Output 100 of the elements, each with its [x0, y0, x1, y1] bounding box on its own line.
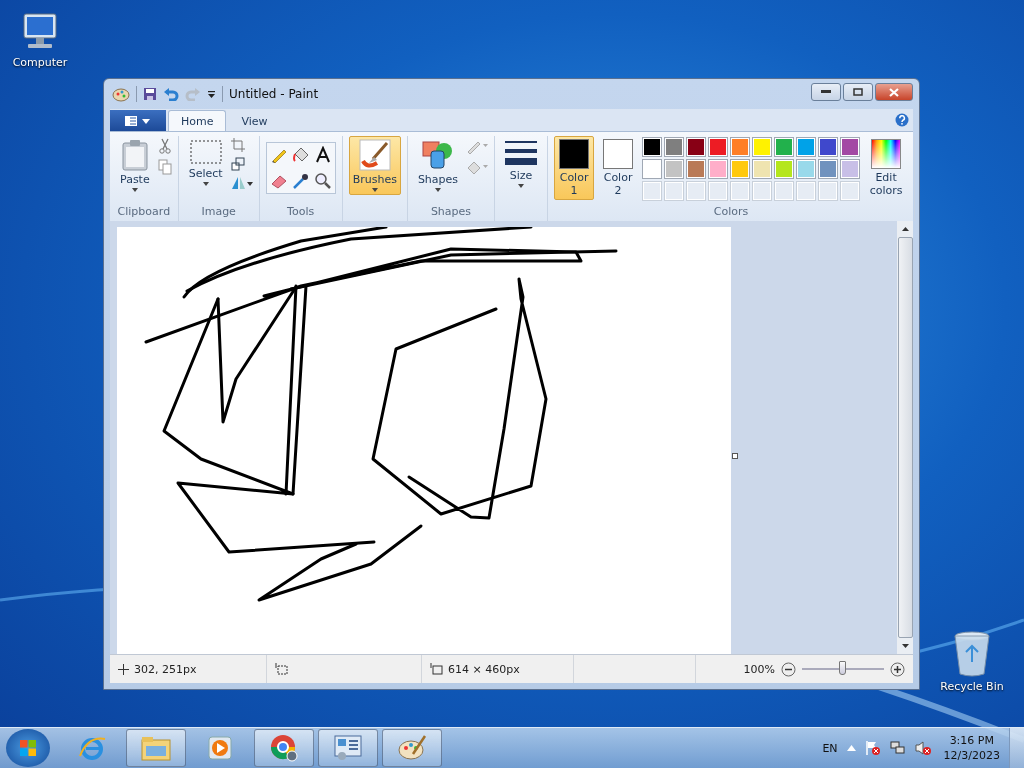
palette-swatch[interactable] — [664, 159, 685, 179]
palette-swatch[interactable] — [642, 137, 663, 157]
palette-swatch[interactable] — [708, 159, 729, 179]
recycle-bin-icon[interactable] — [952, 630, 992, 678]
close-button[interactable] — [875, 83, 913, 101]
palette-swatch[interactable] — [686, 159, 707, 179]
ribbon-tab[interactable]: View — [228, 110, 281, 131]
paint-palette-icon — [397, 734, 427, 762]
palette-swatch[interactable] — [730, 159, 751, 179]
action-center-flag-icon[interactable] — [864, 740, 881, 756]
language-indicator[interactable]: EN — [822, 741, 838, 755]
undo-icon[interactable] — [163, 87, 179, 101]
palette-swatch[interactable] — [708, 137, 729, 157]
palette-swatch[interactable] — [840, 159, 861, 179]
selection-size-icon — [275, 663, 288, 675]
palette-swatch[interactable] — [730, 137, 751, 157]
zoom-in-icon[interactable] — [890, 661, 905, 677]
start-button[interactable] — [6, 729, 50, 767]
zoom-out-icon[interactable] — [781, 661, 796, 677]
paint-palette-icon[interactable] — [112, 86, 130, 102]
maximize-button[interactable] — [843, 83, 873, 101]
windows-logo-icon — [19, 739, 37, 757]
vertical-scrollbar[interactable] — [897, 221, 913, 654]
resize-handle[interactable] — [732, 453, 738, 459]
palette-swatch[interactable] — [642, 159, 663, 179]
palette-swatch[interactable] — [686, 137, 707, 157]
shapes-button[interactable]: Shapes — [413, 136, 463, 195]
volume-muted-icon[interactable] — [914, 740, 931, 756]
drawing-canvas[interactable] — [117, 227, 731, 654]
brush-icon — [358, 139, 391, 171]
cursor-position: 302, 251px — [134, 662, 197, 676]
taskbar-button[interactable] — [126, 729, 186, 767]
media-player-icon — [207, 735, 233, 761]
save-icon[interactable] — [143, 87, 157, 101]
palette-swatch[interactable] — [818, 137, 839, 157]
selection-rectangle-icon — [189, 139, 222, 165]
folder-icon — [141, 735, 171, 761]
paste-button[interactable]: Paste — [116, 136, 154, 195]
palette-swatch[interactable] — [774, 137, 795, 157]
network-icon[interactable] — [889, 740, 906, 756]
show-desktop-button[interactable] — [1009, 728, 1024, 768]
palette-swatch[interactable] — [796, 137, 817, 157]
brushes-button[interactable]: Brushes — [348, 136, 401, 195]
magnifier-icon[interactable] — [313, 172, 332, 190]
palette-swatch[interactable] — [818, 159, 839, 179]
clock-date[interactable]: 12/3/2023 — [943, 748, 1000, 763]
rotate-icon[interactable] — [230, 176, 253, 190]
customize-dropdown-icon[interactable] — [207, 89, 216, 99]
select-button[interactable]: Select — [184, 136, 227, 189]
taskbar-button[interactable] — [318, 729, 378, 767]
size-button[interactable]: Size — [501, 136, 542, 191]
text-icon[interactable] — [313, 146, 332, 164]
minimize-button[interactable] — [811, 83, 841, 101]
palette-swatch[interactable] — [664, 137, 685, 157]
group-label: Image — [201, 205, 236, 220]
palette-swatch[interactable] — [774, 159, 795, 179]
copy-icon[interactable] — [157, 159, 172, 175]
minimize-icon — [821, 90, 831, 94]
resize-icon[interactable] — [230, 157, 245, 171]
fill-icon[interactable] — [466, 159, 489, 175]
palette-swatch[interactable] — [840, 137, 861, 157]
crop-icon[interactable] — [230, 138, 245, 152]
chrome-browser-icon — [269, 733, 299, 763]
color-spectrum-icon — [871, 139, 902, 169]
cursor-position-icon — [118, 663, 129, 675]
clock-time[interactable]: 3:16 PM — [949, 733, 994, 748]
zoom-level: 100% — [743, 662, 775, 676]
paint-menu-button[interactable] — [110, 110, 166, 131]
restore-icon — [853, 88, 863, 96]
taskbar-button[interactable] — [254, 729, 314, 767]
line-width-icon — [505, 139, 538, 167]
show-hidden-icons-icon[interactable] — [846, 745, 856, 751]
desktop-icon-label[interactable]: Computer — [12, 56, 68, 69]
group-label: Tools — [287, 205, 315, 220]
group-label: Shapes — [430, 205, 472, 220]
palette-swatch[interactable] — [752, 159, 773, 179]
scissors-icon[interactable] — [157, 138, 172, 154]
color-picker-icon[interactable] — [291, 172, 310, 190]
canvas-size-icon — [430, 663, 443, 675]
ribbon-tab[interactable]: Home — [168, 110, 227, 131]
palette-swatch[interactable] — [752, 137, 773, 157]
zoom-slider-thumb[interactable] — [839, 661, 846, 675]
scroll-up-icon[interactable] — [901, 227, 909, 231]
palette-swatch[interactable] — [796, 159, 817, 179]
shapes-icon — [422, 139, 454, 171]
color-selector-button[interactable]: Color 1 — [554, 136, 595, 200]
desktop-icon-label[interactable]: Recycle Bin — [940, 680, 1004, 693]
edit-colors-button[interactable]: Edit colors — [864, 136, 909, 200]
clipboard-icon — [120, 139, 149, 171]
taskbar-button[interactable] — [382, 729, 442, 767]
group-label: Colors — [713, 205, 749, 220]
color-selector-button[interactable]: Color 2 — [598, 136, 639, 200]
scroll-down-icon[interactable] — [901, 644, 909, 648]
menu-icon — [125, 115, 151, 126]
fill-bucket-icon[interactable] — [291, 146, 310, 164]
control-panel-icon — [333, 734, 363, 762]
canvas-size: 614 × 460px — [448, 662, 520, 676]
help-icon[interactable] — [895, 113, 909, 127]
window-title: Untitled - Paint — [229, 87, 319, 101]
close-icon — [889, 87, 899, 97]
